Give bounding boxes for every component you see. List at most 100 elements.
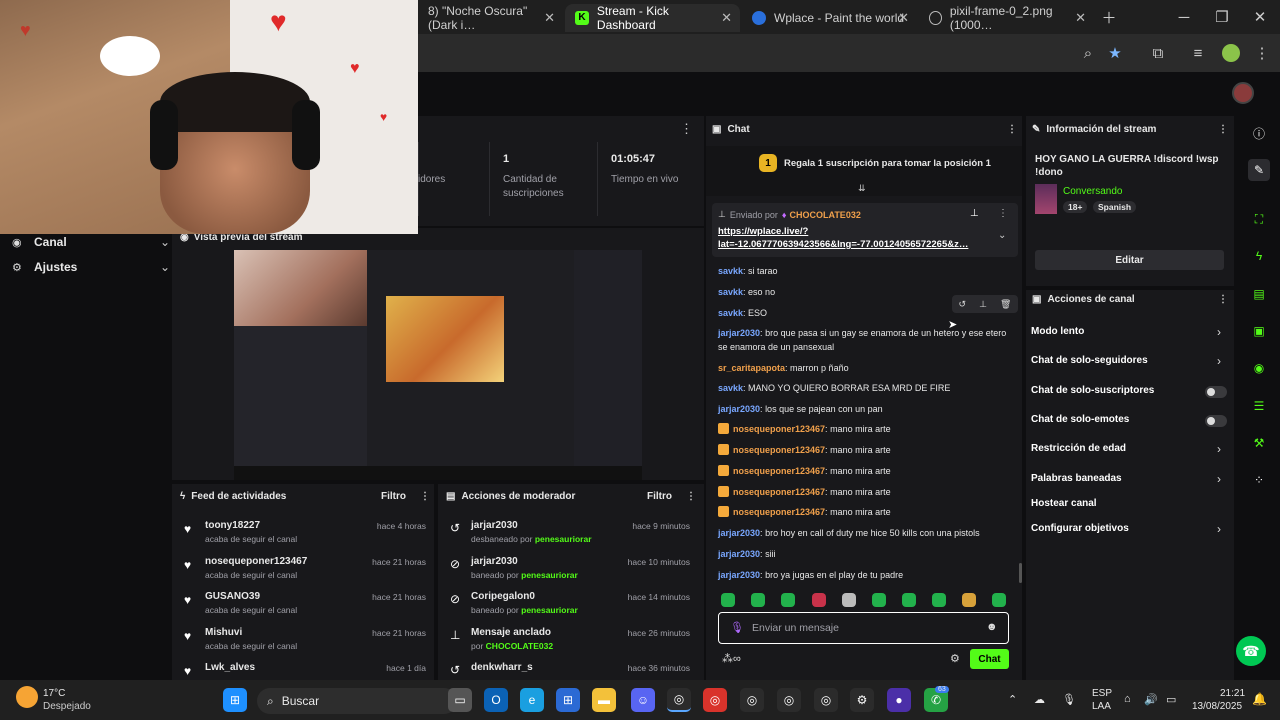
chrome-icon[interactable]: ◎ (703, 688, 727, 712)
tab-pixil[interactable]: pixil-frame-0_2.png (1000… ✕ (919, 4, 1094, 32)
store-icon[interactable]: ⊞ (556, 688, 580, 712)
stream-preview-video[interactable] (234, 250, 642, 480)
chat-username[interactable]: jarjar2030 (718, 328, 760, 338)
chat-username[interactable]: jarjar2030 (718, 404, 760, 414)
chat-username[interactable]: nosequeponer123467 (733, 466, 825, 476)
obs-icon[interactable]: ● (887, 688, 911, 712)
pencil-icon[interactable]: ✎ (1248, 159, 1270, 181)
file-explorer-icon[interactable]: ▬ (592, 688, 616, 712)
chat-bubble-icon[interactable]: ▣ (1248, 320, 1270, 342)
layout-icon[interactable]: ☰ (1248, 395, 1270, 417)
chevron-down-icon[interactable]: ⌄ (998, 230, 1006, 241)
support-chat-icon[interactable]: ☎ (1236, 636, 1266, 666)
tab-wplace[interactable]: Wplace - Paint the world ✕ (742, 4, 917, 32)
list-item[interactable]: ⊘ Coripegalon0 baneado por penesauriorar ha… (446, 591, 698, 621)
windows-start-icon[interactable]: ⊞ (223, 688, 247, 712)
chat-tools-icon[interactable]: ⁂∞ (722, 652, 741, 665)
list-item[interactable]: ♥ nosequeponer123467 acaba de seguir el ca… (180, 556, 430, 586)
weather-temp[interactable]: 17°C (43, 688, 65, 699)
weather-text[interactable]: Despejado (43, 701, 91, 712)
edit-stream-button[interactable]: Editar (1035, 250, 1224, 270)
mod-filter-button[interactable]: Filtro (647, 491, 672, 502)
toggle-switch[interactable] (1205, 386, 1227, 398)
microphone-icon[interactable]: 🎙 (730, 621, 744, 634)
emote-icon[interactable] (962, 593, 976, 607)
stats-menu-icon[interactable]: ⋮ (680, 121, 693, 137)
clock-date[interactable]: 13/08/2025 (1192, 701, 1242, 712)
chrome-icon[interactable]: ◎ (777, 688, 801, 712)
discord-icon[interactable]: ☺ (631, 688, 655, 712)
apps-icon[interactable]: ⁘ (1248, 469, 1270, 491)
chat-username[interactable]: savkk (718, 266, 743, 276)
info-icon[interactable]: ⓘ (1248, 122, 1270, 144)
close-tab-icon[interactable]: ✕ (721, 10, 732, 26)
chat-username[interactable]: nosequeponer123467 (733, 424, 825, 434)
mod-menu-icon[interactable]: ⋮ (686, 491, 696, 502)
emote-icon[interactable] (721, 593, 735, 607)
channel-action-row[interactable]: Hostear canal (1031, 498, 1229, 512)
chat-username[interactable]: savkk (718, 308, 743, 318)
emote-icon[interactable] (781, 593, 795, 607)
list-item[interactable]: ♥ Mishuvi acaba de seguir el canal hace 21 … (180, 627, 430, 657)
list-item[interactable]: ⊥ Mensaje anclado por CHOCOLATE032 hace 26 … (446, 627, 698, 657)
emote-icon[interactable] (932, 593, 946, 607)
emote-icon[interactable] (902, 593, 916, 607)
volume-icon[interactable]: 🔊 (1144, 693, 1158, 706)
fullscreen-icon[interactable]: ⛶ (1248, 208, 1270, 230)
chat-username[interactable]: jarjar2030 (718, 570, 760, 580)
channel-action-row[interactable]: Restricción de edad › (1031, 442, 1229, 457)
notifications-icon[interactable]: 🔔 (1252, 692, 1267, 706)
emote-icon[interactable] (992, 593, 1006, 607)
chrome-icon[interactable]: ◎ (740, 688, 764, 712)
emoji-picker-icon[interactable]: ☻ (986, 621, 998, 633)
list-item[interactable]: ♥ GUSANO39 acaba de seguir el canal hace 21… (180, 591, 430, 621)
sidebar-item-ajustes[interactable]: ⚙ Ajustes ⌄ (12, 259, 170, 275)
channel-action-row[interactable]: Modo lento › (1031, 325, 1229, 340)
chrome-icon[interactable]: ◎ (667, 688, 691, 712)
close-tab-icon[interactable]: ✕ (1075, 10, 1086, 26)
close-tab-icon[interactable]: ✕ (544, 10, 555, 26)
chat-input-placeholder[interactable]: Enviar un mensaje (752, 622, 839, 634)
pinned-menu-icon[interactable]: ⋮ (998, 208, 1008, 219)
chat-scrollbar[interactable] (1019, 563, 1022, 583)
chat-username[interactable]: nosequeponer123467 (733, 487, 825, 497)
chat-username[interactable]: savkk (718, 287, 743, 297)
chat-username[interactable]: savkk (718, 383, 743, 393)
list-item[interactable]: ⊘ jarjar2030 baneado por penesauriorar hace… (446, 556, 698, 586)
chat-username[interactable]: sr_caritapapota (718, 363, 785, 373)
emote-icon[interactable] (812, 593, 826, 607)
settings-icon[interactable]: ⚙ (850, 688, 874, 712)
chat-username[interactable]: nosequeponer123467 (733, 507, 825, 517)
weather-icon[interactable] (16, 686, 38, 708)
document-icon[interactable]: ▤ (1248, 283, 1270, 305)
chrome-icon[interactable]: ◎ (814, 688, 838, 712)
chat-menu-icon[interactable]: ⋮ (1007, 124, 1017, 135)
language-indicator[interactable]: ESP (1092, 688, 1112, 699)
taskbar-search-box[interactable]: ⌕ Buscar (257, 688, 457, 714)
close-tab-icon[interactable]: ✕ (898, 10, 909, 26)
user-avatar[interactable] (1232, 82, 1254, 104)
channel-action-row[interactable]: Chat de solo-suscriptores (1031, 385, 1229, 399)
close-window-icon[interactable]: ✕ (1248, 5, 1272, 29)
minimize-icon[interactable]: ─ (1172, 5, 1196, 29)
reply-icon[interactable]: ↺ (959, 299, 967, 310)
unpin-icon[interactable]: ⊥ (970, 208, 979, 219)
scroll-down-icon[interactable]: ⇊ (858, 183, 866, 194)
lightning-icon[interactable]: ϟ (1248, 245, 1270, 267)
battery-icon[interactable]: ▭ (1166, 693, 1176, 706)
chat-username[interactable]: nosequeponer123467 (733, 445, 825, 455)
chat-username[interactable]: jarjar2030 (718, 549, 760, 559)
media-icon[interactable]: ≡ (1186, 41, 1210, 65)
clock-time[interactable]: 21:21 (1220, 688, 1245, 699)
profile-avatar[interactable] (1222, 44, 1240, 62)
maximize-icon[interactable]: ❐ (1210, 5, 1234, 29)
channel-action-row[interactable]: Chat de solo-seguidores › (1031, 354, 1229, 369)
emote-icon[interactable] (872, 593, 886, 607)
emote-icon[interactable] (751, 593, 765, 607)
stream-category[interactable]: Conversando (1063, 186, 1122, 197)
chat-settings-gear-icon[interactable]: ⚙ (950, 652, 960, 665)
channel-action-row[interactable]: Configurar objetivos › (1031, 522, 1229, 537)
tab-youtube[interactable]: 8) "Noche Oscura"(Dark i… ✕ (418, 4, 563, 32)
send-chat-button[interactable]: Chat (970, 649, 1009, 669)
pinned-link[interactable]: lat=-12.067770639423566&lng=-77.00124056… (718, 239, 984, 250)
